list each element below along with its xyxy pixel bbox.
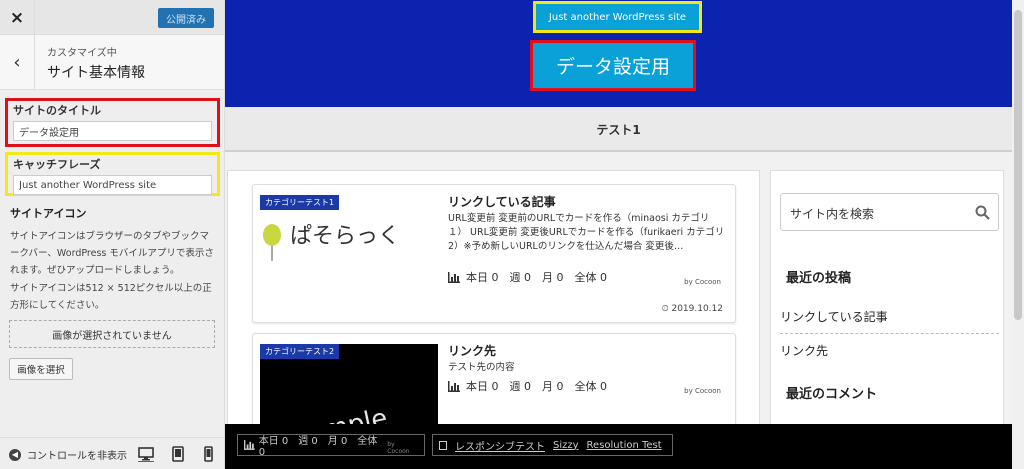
close-icon: × (9, 7, 25, 28)
recent-comments-heading: 最近のコメント (786, 387, 878, 402)
close-button[interactable]: × (0, 0, 35, 35)
category-badge: カテゴリーテスト1 (260, 195, 340, 210)
entry-thumbnail[interactable]: カテゴリーテスト1 ぱそらっく (260, 195, 438, 291)
section-header: ‹ カスタマイズ中 サイト基本情報 (0, 35, 224, 90)
mobile-preview-icon[interactable] (200, 446, 216, 462)
resolution-test-link[interactable]: Resolution Test (587, 440, 662, 451)
preview-scrollbar[interactable] (1012, 0, 1024, 469)
select-image-button[interactable]: 画像を選択 (9, 358, 73, 380)
by-cocoon: by Cocoon (684, 278, 721, 286)
site-icon-heading: サイトアイコン (10, 207, 87, 220)
site-tagline: Just another WordPress site (533, 1, 702, 33)
pv-stats-text: 本日 0 週 0 月 0 全体 0 (466, 380, 607, 393)
tagline-label: キャッチフレーズ (13, 158, 101, 171)
entry-card[interactable]: カテゴリーテスト1 ぱそらっく リンクしている記事 URL変更前 変更前のURL… (252, 184, 736, 323)
site-preview: Just another WordPress site データ設定用 テスト1 … (225, 0, 1024, 469)
admin-pv-stats: 本日 0 週 0 月 0 全体 0 by Cocoon (237, 434, 425, 458)
search-icon[interactable] (975, 205, 990, 220)
search-input[interactable]: サイト内を検索 (780, 193, 999, 231)
category-badge: カテゴリーテスト2 (260, 344, 340, 359)
bar-chart-icon (448, 271, 460, 283)
recent-post-link[interactable]: リンクしている記事 (780, 308, 999, 334)
by-cocoon: by Cocoon (684, 387, 721, 395)
pv-stats-text: 本日 0 週 0 月 0 全体 0 (466, 271, 607, 284)
recent-posts-heading: 最近の投稿 (786, 271, 852, 286)
site-title-label: サイトのタイトル (13, 104, 101, 117)
mobile-icon (439, 440, 447, 450)
publish-button[interactable]: 公開済み (158, 8, 214, 28)
site-icon-description: サイトアイコンはブラウザーのタブやブックマークバー、WordPress モバイル… (10, 231, 214, 276)
bar-chart-icon (448, 380, 460, 392)
main-content: カテゴリーテスト1 ぱそらっく リンクしている記事 URL変更前 変更前のURL… (227, 170, 760, 464)
collapse-icon: ◀ (9, 448, 21, 461)
no-image-placeholder[interactable]: 画像が選択されていません (9, 320, 215, 348)
breadcrumb: カスタマイズ中 (47, 48, 117, 59)
admin-test-links: レスポンシブテスト Sizzy Resolution Test (432, 434, 673, 456)
admin-by-cocoon: by Cocoon (387, 441, 410, 455)
global-nav: テスト1 (225, 107, 1012, 152)
entry-title[interactable]: リンク先 (448, 342, 496, 359)
customizer-header: × 公開済み (0, 0, 224, 35)
tagline-input[interactable] (13, 175, 212, 195)
entry-date: ⏲ 2019.10.12 (662, 304, 723, 314)
collapse-label: コントロールを非表示 (27, 451, 127, 462)
site-icon-size-note: サイトアイコンは512 × 512ピクセル以上の正方形にしてください。 (10, 283, 212, 311)
clock-icon: ⏲ (661, 304, 669, 314)
sizzy-link[interactable]: Sizzy (553, 440, 579, 451)
thumbnail-logo-text: ぱそらっく (290, 224, 400, 249)
responsive-test-link[interactable]: レスポンシブテスト (455, 438, 545, 453)
admin-pv-stats-text: 本日 0 週 0 月 0 全体 0 (258, 436, 378, 458)
sidebar-widgets: サイト内を検索 最近の投稿 リンクしている記事 リンク先 最近のコメント (770, 170, 1004, 460)
entry-date-text: 2019.10.12 (671, 304, 723, 314)
tagline-control: キャッチフレーズ (5, 152, 220, 196)
pv-stats: 本日 0 週 0 月 0 全体 0 (448, 269, 607, 285)
entry-excerpt: テスト先の内容 (448, 362, 515, 373)
scrollbar-thumb[interactable] (1014, 10, 1022, 320)
customizer-sidebar: × 公開済み ‹ カスタマイズ中 サイト基本情報 サイトのタイトル キャッチフレ… (0, 0, 225, 469)
panel-title: サイト基本情報 (47, 65, 145, 81)
chevron-left-icon: ‹ (13, 52, 21, 73)
recent-post-link[interactable]: リンク先 (780, 342, 999, 367)
pv-stats: 本日 0 週 0 月 0 全体 0 (448, 378, 607, 394)
customizer-footer: ◀ コントロールを非表示 (0, 437, 224, 469)
site-header: Just another WordPress site データ設定用 (225, 0, 1012, 107)
bar-chart-icon (244, 440, 255, 450)
site-title-control: サイトのタイトル (5, 98, 220, 147)
entry-title[interactable]: リンクしている記事 (448, 193, 556, 210)
site-title-input[interactable] (13, 121, 212, 141)
search-placeholder: サイト内を検索 (790, 207, 875, 221)
collapse-controls-button[interactable]: ◀ コントロールを非表示 (9, 447, 127, 462)
desktop-preview-icon[interactable] (138, 446, 154, 462)
admin-toolbar: 本日 0 週 0 月 0 全体 0 by Cocoon レスポンシブテスト Si… (225, 424, 1012, 469)
tablet-preview-icon[interactable] (170, 446, 186, 462)
nav-item-test1[interactable]: テスト1 (225, 121, 1012, 138)
back-button[interactable]: ‹ (0, 35, 35, 90)
site-title[interactable]: データ設定用 (530, 40, 696, 91)
entry-excerpt: URL変更前 変更前のURLでカードを作る（minaosi カテゴリ１） URL… (448, 213, 725, 252)
